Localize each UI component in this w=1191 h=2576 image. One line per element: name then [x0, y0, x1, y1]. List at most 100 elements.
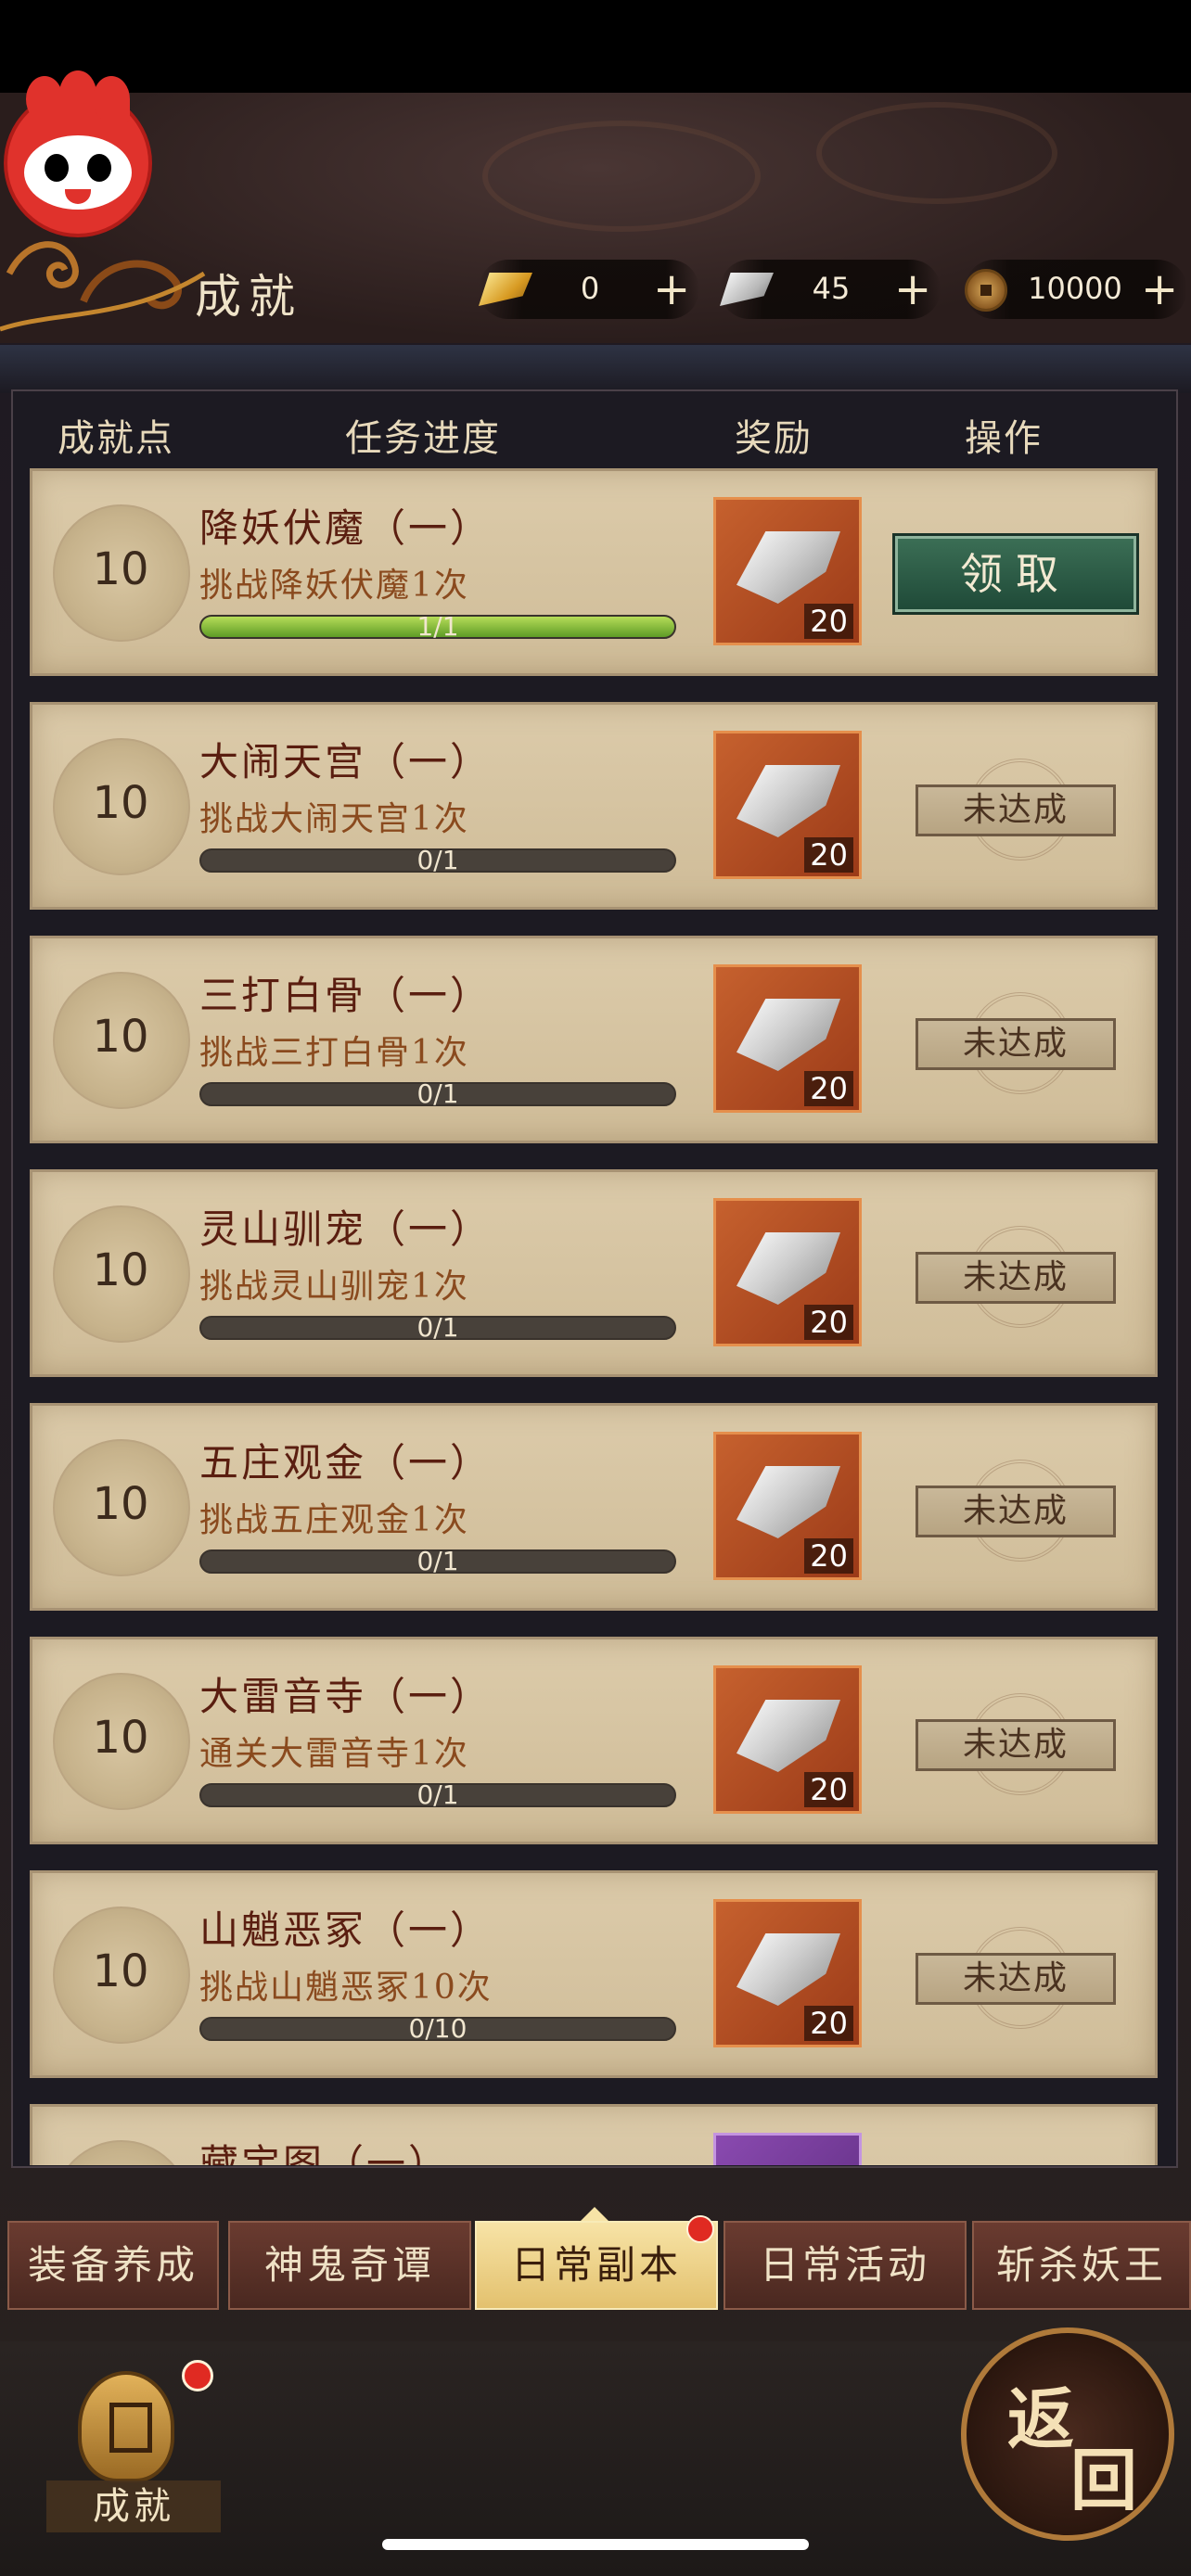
reward-item[interactable]: 20 — [713, 497, 862, 645]
reward-quantity: 20 — [804, 1538, 853, 1574]
back-label-char: 返 — [1007, 2379, 1075, 2458]
silver-add-button[interactable]: + — [894, 263, 931, 315]
achievement-name: 藏宝图（一） — [199, 2141, 451, 2165]
logo-eye — [45, 154, 69, 182]
progress-text: 0/1 — [416, 845, 459, 875]
achievement-button[interactable]: 成就 — [46, 2360, 221, 2536]
silver-value: 45 — [812, 271, 851, 306]
tab-daily-dungeon[interactable]: 日常副本 — [475, 2215, 718, 2310]
achievement-points: 10 — [92, 1011, 149, 1063]
coin-value: 10000 — [1028, 271, 1122, 306]
achievement-card: 10 三打白骨（一） 挑战三打白骨1次 0/1 20 未达成 — [30, 936, 1158, 1143]
silver-ingot-icon — [736, 1466, 840, 1538]
gold-add-button[interactable]: + — [653, 263, 690, 315]
tab-label: 斩杀妖王 — [995, 2242, 1167, 2288]
achievement-points: 10 — [92, 543, 149, 595]
tab-legends[interactable]: 神鬼奇谭 — [228, 2221, 471, 2310]
copper-coin-icon — [965, 269, 1007, 312]
achievement-points: 10 — [92, 777, 149, 829]
logo-flame — [26, 76, 63, 122]
achievement-points: 10 — [92, 1244, 149, 1296]
reward-item[interactable]: 20 — [713, 1432, 862, 1580]
tab-label: 日常活动 — [759, 2242, 930, 2288]
not-achieved-button[interactable]: 未达成 — [916, 1953, 1116, 2005]
tab-daily-activity[interactable]: 日常活动 — [724, 2221, 967, 2310]
back-label-char: 回 — [1070, 2441, 1138, 2519]
back-button[interactable]: 返 回 — [961, 2327, 1174, 2541]
achievement-name: 大闹天宫（一） — [199, 739, 493, 784]
achievement-button-label: 成就 — [46, 2480, 221, 2532]
not-achieved-button[interactable]: 未达成 — [916, 1252, 1116, 1304]
not-achieved-button[interactable]: 未达成 — [916, 1018, 1116, 1070]
column-header-progress: 任务进度 — [345, 417, 501, 460]
tab-label: 装备养成 — [27, 2242, 198, 2288]
not-achieved-button[interactable]: 未达成 — [916, 784, 1116, 836]
silver-ingot-icon — [720, 273, 774, 306]
silver-ingot-icon — [736, 999, 840, 1071]
achievement-card: 10 山魈恶冢（一） 挑战山魈恶冢10次 0/10 20 未达成 — [30, 1870, 1158, 2078]
achievement-card: 10 降妖伏魔（一） 挑战降妖伏魔1次 1/1 20 领取 — [30, 468, 1158, 676]
reward-item[interactable]: 20 — [713, 1198, 862, 1346]
achievement-points: 10 — [92, 1945, 149, 1997]
logo-flame — [93, 76, 130, 122]
cloud-swirl — [816, 102, 1057, 204]
achievement-name: 灵山驯宠（一） — [199, 1206, 493, 1252]
achievement-badge-icon — [78, 2371, 174, 2482]
reward-quantity: 20 — [804, 1071, 853, 1106]
tab-equipment[interactable]: 装备养成 — [7, 2221, 219, 2310]
achievement-list[interactable]: 10 降妖伏魔（一） 挑战降妖伏魔1次 1/1 20 领取 10 大闹天宫（一）… — [0, 468, 1191, 2165]
silver-resource: 45 + — [720, 260, 941, 319]
achievement-points: 10 — [92, 1712, 149, 1764]
achievement-desc: 挑战五庄观金1次 — [199, 1501, 469, 1539]
gold-value: 0 — [580, 271, 600, 306]
reward-item[interactable]: 20 — [713, 1899, 862, 2047]
notification-dot — [686, 2215, 714, 2243]
home-indicator[interactable] — [382, 2539, 809, 2550]
achievement-name: 降妖伏魔（一） — [199, 505, 493, 551]
progress-text: 1/1 — [416, 611, 459, 642]
not-achieved-button[interactable]: 未达成 — [916, 1486, 1116, 1537]
reward-item[interactable]: 20 — [713, 964, 862, 1113]
coin-add-button[interactable]: + — [1141, 263, 1178, 315]
not-achieved-button[interactable]: 未达成 — [916, 1719, 1116, 1771]
achievement-name: 山魈恶冢（一） — [199, 1907, 493, 1953]
progress-text: 0/1 — [416, 1312, 459, 1343]
achievement-card: 10 大闹天宫（一） 挑战大闹天宫1次 0/1 20 未达成 — [30, 702, 1158, 910]
achievement-desc: 挑战三打白骨1次 — [199, 1034, 469, 1072]
gold-resource: 0 + — [479, 260, 699, 319]
reward-quantity: 20 — [804, 2006, 853, 2041]
reward-item[interactable]: 20 — [713, 731, 862, 879]
category-tabs: 装备养成 神鬼奇谭 日常副本 日常活动 斩杀妖王 — [0, 2215, 1191, 2315]
app-logo[interactable] — [7, 70, 148, 234]
achievement-desc: 挑战山魈恶冢10次 — [199, 1969, 493, 2007]
logo-flame — [59, 70, 96, 117]
cloud-swirl — [482, 121, 761, 232]
achievement-desc: 挑战灵山驯宠1次 — [199, 1268, 469, 1306]
active-tab-indicator — [580, 2207, 609, 2222]
logo-eye — [87, 154, 111, 182]
page-title: 成就 — [195, 270, 302, 324]
tab-label: 日常副本 — [510, 2242, 682, 2288]
column-header-reward: 奖励 — [735, 417, 813, 460]
progress-text: 0/1 — [416, 1779, 459, 1810]
achievement-points: 10 — [92, 1478, 149, 1530]
notification-dot — [182, 2360, 213, 2391]
silver-ingot-icon — [736, 1700, 840, 1772]
reward-quantity: 20 — [804, 837, 853, 873]
achievement-card: 10 五庄观金（一） 挑战五庄观金1次 0/1 20 未达成 — [30, 1403, 1158, 1611]
silver-ingot-icon — [736, 1232, 840, 1305]
achievement-name: 三打白骨（一） — [199, 973, 493, 1018]
reward-item[interactable]: 20 — [713, 1665, 862, 1814]
reward-item[interactable] — [713, 2133, 862, 2165]
achievement-name: 大雷音寺（一） — [199, 1674, 493, 1719]
tab-boss-kill[interactable]: 斩杀妖王 — [972, 2221, 1191, 2310]
achievement-card: 藏宝图（一） — [30, 2104, 1158, 2165]
reward-quantity: 20 — [804, 1305, 853, 1340]
claim-button[interactable]: 领取 — [895, 536, 1136, 612]
achievement-desc: 挑战大闹天宫1次 — [199, 800, 469, 838]
yin-yang-medal-icon — [53, 2140, 190, 2165]
silver-ingot-icon — [736, 531, 840, 604]
column-header-points: 成就点 — [58, 417, 174, 460]
tab-label: 神鬼奇谭 — [263, 2242, 435, 2288]
progress-text: 0/1 — [416, 1546, 459, 1576]
